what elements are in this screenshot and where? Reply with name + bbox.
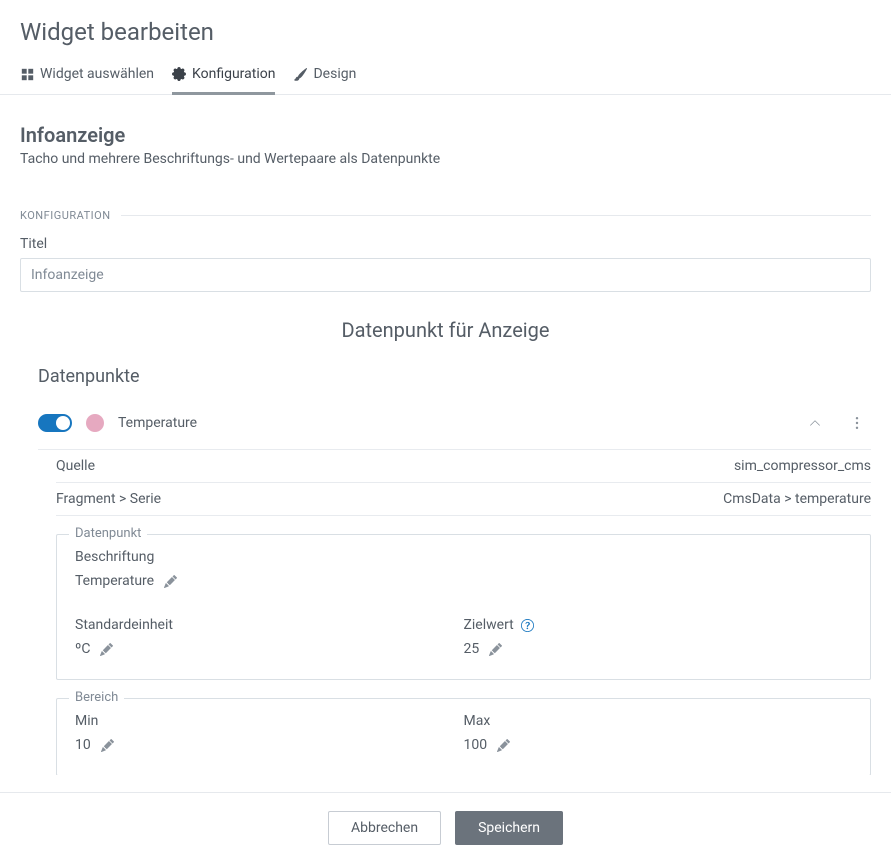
range-fieldset-legend: Bereich [69, 690, 124, 705]
brush-icon [293, 67, 307, 81]
source-label: Quelle [56, 458, 95, 474]
pencil-icon [100, 643, 113, 656]
datapoint-color-dot[interactable] [86, 414, 104, 432]
pencil-icon [101, 739, 114, 752]
save-button[interactable]: Speichern [455, 811, 563, 845]
datapoint-title: Temperature [118, 415, 787, 431]
pencil-icon [489, 643, 502, 656]
min-label: Min [75, 713, 464, 729]
tab-label: Design [313, 66, 356, 82]
edit-target-button[interactable] [489, 643, 502, 656]
min-value: 10 [75, 737, 91, 753]
max-value: 100 [464, 737, 488, 753]
chevron-up-icon [809, 417, 821, 429]
more-vertical-icon [850, 416, 864, 430]
tab-label: Widget auswählen [40, 66, 154, 82]
tab-label: Konfiguration [192, 66, 275, 82]
divider [121, 215, 871, 216]
datapoint-fieldset: Datenpunkt Beschriftung Temperature Stan… [56, 534, 871, 680]
widget-description: Tacho und mehrere Beschriftungs- und Wer… [20, 151, 871, 167]
edit-caption-button[interactable] [164, 575, 177, 588]
pencil-icon [497, 739, 510, 752]
tab-design[interactable]: Design [293, 58, 356, 95]
datapoint-toggle[interactable] [38, 414, 72, 432]
edit-min-button[interactable] [101, 739, 114, 752]
target-value: 25 [464, 641, 480, 657]
tabs: Widget auswählen Konfiguration Design [0, 58, 891, 95]
range-fieldset: Bereich Min 10 Max 1 [56, 698, 871, 775]
title-field-label: Titel [20, 236, 871, 252]
datapoint-card: Temperature Quelle sim_compressor_cms Fr… [38, 401, 871, 775]
edit-unit-button[interactable] [100, 643, 113, 656]
config-section-label: KONFIGURATION [20, 209, 111, 222]
datapoint-fieldset-legend: Datenpunkt [69, 526, 147, 541]
tab-configuration[interactable]: Konfiguration [172, 58, 275, 95]
datapoint-header-row: Temperature [38, 401, 871, 450]
datapoint-body: Quelle sim_compressor_cms Fragment > Ser… [38, 450, 871, 775]
gear-icon [172, 67, 186, 81]
more-options-button[interactable] [843, 409, 871, 437]
edit-max-button[interactable] [497, 739, 510, 752]
datapoints-heading: Datenpunkte [38, 366, 871, 387]
info-icon[interactable] [521, 619, 534, 632]
caption-value: Temperature [75, 573, 154, 589]
caption-label: Beschriftung [75, 549, 852, 565]
source-row: Quelle sim_compressor_cms [56, 450, 871, 483]
pencil-icon [164, 575, 177, 588]
fragment-label: Fragment > Serie [56, 491, 161, 507]
collapse-button[interactable] [801, 409, 829, 437]
fragment-value: CmsData > temperature [723, 491, 871, 507]
cancel-button[interactable]: Abbrechen [328, 811, 441, 845]
fragment-row: Fragment > Serie CmsData > temperature [56, 483, 871, 516]
widget-name: Infoanzeige [20, 123, 871, 147]
page-title: Widget bearbeiten [0, 0, 891, 58]
target-label: Zielwert [464, 617, 853, 633]
content-area: Infoanzeige Tacho und mehrere Beschriftu… [0, 95, 891, 775]
max-label: Max [464, 713, 853, 729]
title-input[interactable] [20, 258, 871, 292]
tab-widget-select[interactable]: Widget auswählen [20, 58, 154, 95]
unit-label: Standardeinheit [75, 617, 464, 633]
footer: Abbrechen Speichern [0, 792, 891, 862]
unit-value: ºC [75, 641, 90, 657]
grid-icon [20, 67, 34, 81]
source-value: sim_compressor_cms [734, 458, 871, 474]
gauge-section-title: Datenpunkt für Anzeige [20, 318, 871, 342]
